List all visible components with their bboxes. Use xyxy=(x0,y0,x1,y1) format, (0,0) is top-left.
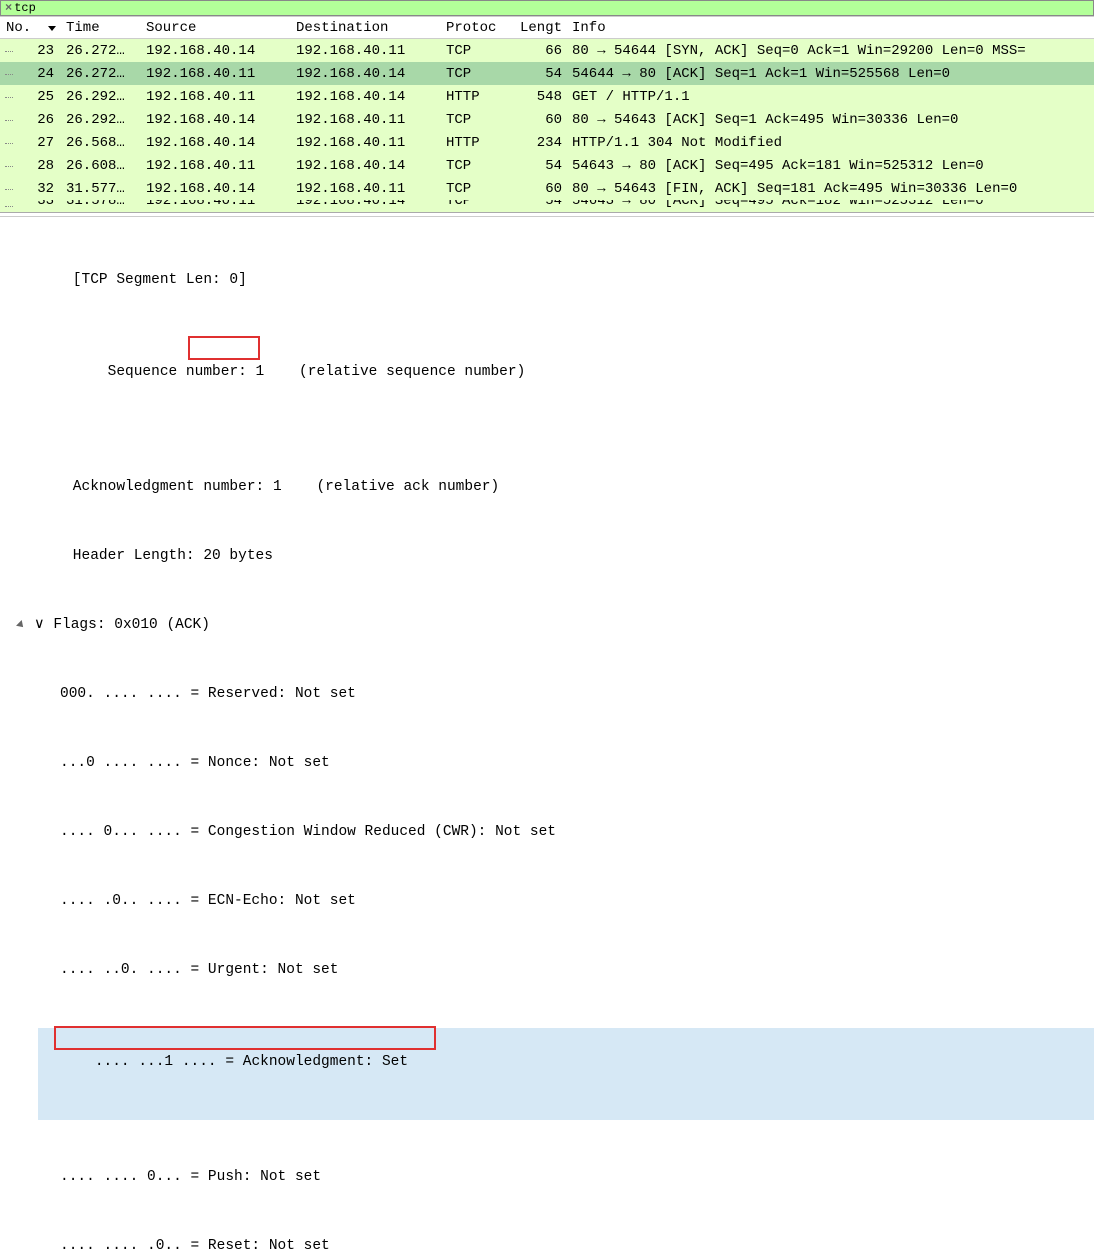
cell-protocol: TCP xyxy=(442,43,514,59)
cell-destination: 192.168.40.11 xyxy=(292,181,442,197)
packet-row[interactable]: 2526.292…192.168.40.11192.168.40.14HTTP5… xyxy=(0,85,1094,108)
cell-protocol: TCP xyxy=(442,158,514,174)
cell-no: 32 xyxy=(0,181,62,197)
detail-header-length[interactable]: Header Length: 20 bytes xyxy=(38,545,1094,568)
column-header-source[interactable]: Source xyxy=(142,20,292,36)
detail-flag-ack[interactable]: .... ...1 .... = Acknowledgment: Set xyxy=(38,1028,1094,1120)
cell-protocol: HTTP xyxy=(442,135,514,151)
packet-row[interactable]: 2826.608…192.168.40.11192.168.40.14TCP54… xyxy=(0,154,1094,177)
cell-destination: 192.168.40.11 xyxy=(292,135,442,151)
cell-source: 192.168.40.14 xyxy=(142,43,292,59)
packet-row[interactable]: 2626.292…192.168.40.14192.168.40.11TCP60… xyxy=(0,108,1094,131)
cell-info: 80 → 54643 [FIN, ACK] Seq=181 Ack=495 Wi… xyxy=(568,181,1094,197)
cell-source: 192.168.40.11 xyxy=(142,89,292,105)
cell-info: 54643 → 80 [ACK] Seq=495 Ack=181 Win=525… xyxy=(568,158,1094,174)
cell-info: GET / HTTP/1.1 xyxy=(568,89,1094,105)
detail-flag-ecn[interactable]: .... .0.. .... = ECN-Echo: Not set xyxy=(38,890,1094,913)
cell-time: 26.292… xyxy=(62,112,142,128)
cell-protocol: TCP xyxy=(442,181,514,197)
cell-info: HTTP/1.1 304 Not Modified xyxy=(568,135,1094,151)
detail-flag-cwr[interactable]: .... 0... .... = Congestion Window Reduc… xyxy=(38,821,1094,844)
filter-text: tcp xyxy=(14,1,36,15)
packet-row[interactable]: 2726.568…192.168.40.14192.168.40.11HTTP2… xyxy=(0,131,1094,154)
detail-flag-push[interactable]: .... .... 0... = Push: Not set xyxy=(38,1166,1094,1189)
packet-details-pane[interactable]: [TCP Segment Len: 0] Sequence number: 1 … xyxy=(0,217,1094,1260)
detail-tcp-segment-len[interactable]: [TCP Segment Len: 0] xyxy=(38,269,1094,292)
detail-ack-number[interactable]: Acknowledgment number: 1 (relative ack n… xyxy=(38,476,1094,499)
cell-time: 26.292… xyxy=(62,89,142,105)
cell-no: 33 xyxy=(0,200,62,209)
highlight-box-seq xyxy=(188,336,260,360)
cell-protocol: TCP xyxy=(442,112,514,128)
cell-time: 31.578… xyxy=(62,200,142,209)
column-header-info[interactable]: Info xyxy=(568,20,1094,36)
cell-no: 26 xyxy=(0,112,62,128)
cell-info: 80 → 54643 [ACK] Seq=1 Ack=495 Win=30336… xyxy=(568,112,1094,128)
cell-time: 26.272… xyxy=(62,43,142,59)
cell-length: 54 xyxy=(514,200,568,209)
cell-destination: 192.168.40.11 xyxy=(292,43,442,59)
cell-source: 192.168.40.14 xyxy=(142,135,292,151)
cell-source: 192.168.40.14 xyxy=(142,112,292,128)
cell-no: 23 xyxy=(0,43,62,59)
cell-destination: 192.168.40.11 xyxy=(292,112,442,128)
cell-length: 548 xyxy=(514,89,568,105)
cell-destination: 192.168.40.14 xyxy=(292,89,442,105)
detail-sequence-number[interactable]: Sequence number: 1 (relative sequence nu… xyxy=(38,338,1094,430)
highlight-box-ack-flag xyxy=(54,1026,436,1050)
cell-length: 54 xyxy=(514,66,568,82)
column-header-no[interactable]: No. xyxy=(0,20,62,36)
cell-info: 54644 → 80 [ACK] Seq=1 Ack=1 Win=525568 … xyxy=(568,66,1094,82)
cell-length: 60 xyxy=(514,181,568,197)
packet-row[interactable]: 3331.578…192.168.40.11192.168.40.14TCP54… xyxy=(0,200,1094,212)
cell-no: 28 xyxy=(0,158,62,174)
cell-source: 192.168.40.14 xyxy=(142,181,292,197)
packet-list-pane: No. Time Source Destination Protoc Lengt… xyxy=(0,16,1094,213)
cell-length: 234 xyxy=(514,135,568,151)
cell-source: 192.168.40.11 xyxy=(142,158,292,174)
column-header-length[interactable]: Lengt xyxy=(514,20,568,36)
detail-flag-reserved[interactable]: 000. .... .... = Reserved: Not set xyxy=(38,683,1094,706)
cell-source: 192.168.40.11 xyxy=(142,66,292,82)
cell-no: 25 xyxy=(0,89,62,105)
cell-time: 26.568… xyxy=(62,135,142,151)
packet-row[interactable]: 3231.577…192.168.40.14192.168.40.11TCP60… xyxy=(0,177,1094,200)
cell-info: 80 → 54644 [SYN, ACK] Seq=0 Ack=1 Win=29… xyxy=(568,43,1094,59)
cell-protocol: TCP xyxy=(442,200,514,209)
cell-destination: 192.168.40.14 xyxy=(292,200,442,209)
display-filter-bar[interactable]: × tcp xyxy=(0,0,1094,16)
column-header-protocol[interactable]: Protoc xyxy=(442,20,514,36)
detail-flag-reset[interactable]: .... .... .0.. = Reset: Not set xyxy=(38,1235,1094,1258)
cell-no: 24 xyxy=(0,66,62,82)
cell-length: 60 xyxy=(514,112,568,128)
cell-time: 26.272… xyxy=(62,66,142,82)
cell-destination: 192.168.40.14 xyxy=(292,66,442,82)
cell-protocol: TCP xyxy=(442,66,514,82)
packet-rows[interactable]: 2326.272…192.168.40.14192.168.40.11TCP66… xyxy=(0,39,1094,212)
detail-flag-nonce[interactable]: ...0 .... .... = Nonce: Not set xyxy=(38,752,1094,775)
detail-flag-urgent[interactable]: .... ..0. .... = Urgent: Not set xyxy=(38,959,1094,982)
packet-list-header[interactable]: No. Time Source Destination Protoc Lengt… xyxy=(0,17,1094,39)
cell-protocol: HTTP xyxy=(442,89,514,105)
detail-flags-tree[interactable]: ∨ Flags: 0x010 (ACK) xyxy=(38,614,1094,637)
cell-no: 27 xyxy=(0,135,62,151)
cell-destination: 192.168.40.14 xyxy=(292,158,442,174)
cell-length: 54 xyxy=(514,158,568,174)
packet-row[interactable]: 2426.272…192.168.40.11192.168.40.14TCP54… xyxy=(0,62,1094,85)
cell-time: 26.608… xyxy=(62,158,142,174)
cell-time: 31.577… xyxy=(62,181,142,197)
clear-filter-icon[interactable]: × xyxy=(5,1,12,15)
cell-info: 54643 → 80 [ACK] Seq=495 Ack=182 Win=525… xyxy=(568,200,1094,209)
cell-length: 66 xyxy=(514,43,568,59)
column-header-time[interactable]: Time xyxy=(62,20,142,36)
column-header-destination[interactable]: Destination xyxy=(292,20,442,36)
cell-source: 192.168.40.11 xyxy=(142,200,292,209)
packet-row[interactable]: 2326.272…192.168.40.14192.168.40.11TCP66… xyxy=(0,39,1094,62)
